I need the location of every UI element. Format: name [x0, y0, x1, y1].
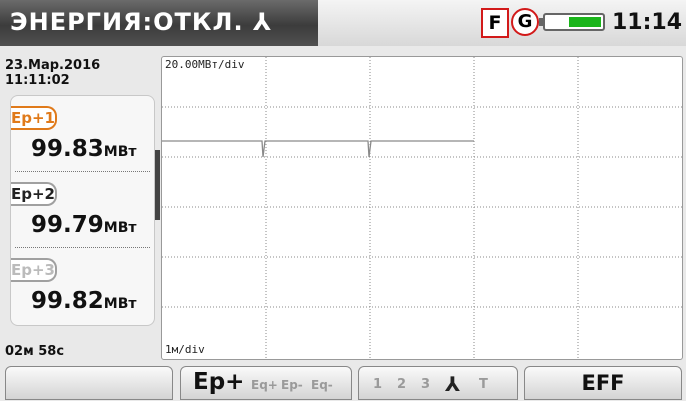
signal-label-1: Ep+1	[11, 106, 57, 130]
signal-label-2: Ep+2	[11, 182, 57, 206]
selected-signal: Ep+	[193, 369, 245, 395]
phase-1: 1	[373, 377, 383, 392]
signal-value-1: 99.83МВт	[31, 136, 137, 162]
eff-label: EFF	[581, 371, 625, 395]
phase-3: 3	[421, 377, 431, 392]
phase-select-button[interactable]: 1 2 3 ⅄ T	[358, 366, 518, 400]
signal-value-3: 99.82МВт	[31, 288, 137, 314]
x-scale-label: 1м/div	[165, 343, 205, 356]
phase-2: 2	[397, 377, 407, 392]
y-scale-label: 20.00МВт/div	[165, 58, 245, 71]
signal-label-3: Ep+3	[11, 258, 57, 282]
option-eq-plus: Eq+	[251, 378, 278, 392]
blank-button[interactable]	[5, 366, 173, 400]
three-phase-icon: ⅄	[445, 372, 461, 396]
divider	[15, 247, 150, 248]
eff-button[interactable]: EFF	[524, 366, 682, 400]
energy-plot: 20.00МВт/div 1м/div	[161, 56, 683, 360]
time-label: 11:11:02	[5, 73, 70, 88]
divider	[15, 171, 150, 172]
elapsed-timer: 02м 58с	[5, 344, 65, 359]
option-ep-minus: Ep-	[281, 378, 303, 392]
signal-select-button[interactable]: Ep+ Eq+ Ep- Eq-	[180, 366, 352, 400]
flag-f-indicator: F	[481, 8, 509, 38]
signal-value-2: 99.79МВт	[31, 212, 137, 238]
signal-panel: Ep+1 99.83МВт Ep+2 99.79МВт Ep+3 99.82МВ…	[10, 95, 155, 326]
date-time: 23.Мар.2016 11:11:02	[5, 58, 100, 88]
date-label: 23.Мар.2016	[5, 58, 101, 73]
battery-icon	[539, 13, 605, 31]
option-eq-minus: Eq-	[311, 378, 333, 392]
phase-total: T	[479, 377, 488, 392]
screen-title: ЭНЕРГИЯ:ОТКЛ. ⅄	[10, 8, 273, 36]
plot-grid	[162, 57, 682, 359]
panel-scroll-handle[interactable]	[155, 150, 160, 220]
energy-trace	[162, 140, 474, 158]
clock: 11:14	[612, 10, 683, 35]
flag-g-indicator: G	[511, 8, 539, 36]
